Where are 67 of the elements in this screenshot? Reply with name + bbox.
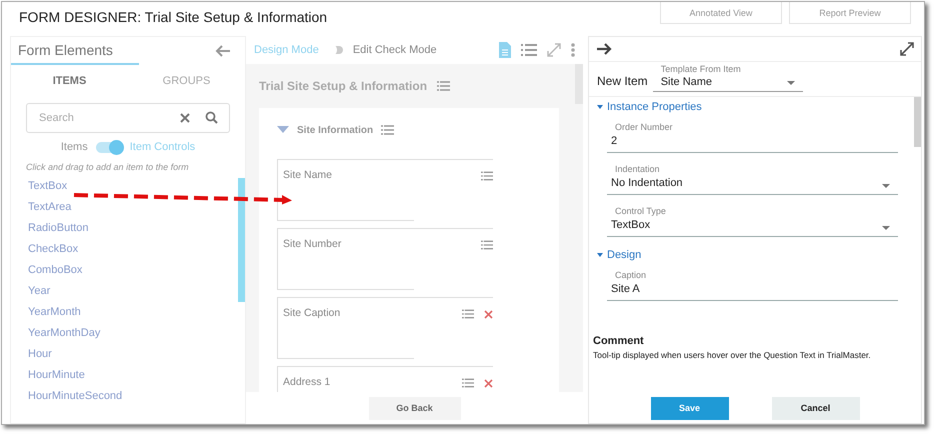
panel-tab[interactable]: GROUPS (128, 65, 245, 97)
view-button[interactable]: Annotated View (660, 2, 782, 24)
element-item[interactable]: RadioButton (28, 218, 238, 239)
toggle-label: Item Controls (130, 141, 196, 153)
field-label: Address 1 (283, 376, 330, 388)
form-field[interactable]: Site Caption (277, 297, 493, 359)
view-button[interactable]: Report Preview (789, 2, 911, 24)
save-button[interactable]: Save (650, 396, 728, 420)
comment-title: Comment (593, 335, 645, 347)
go-back-button[interactable]: Go Back (368, 396, 460, 420)
scrollbar[interactable] (575, 64, 583, 104)
element-item[interactable]: YearMonth (28, 302, 238, 323)
panel-title: Form Elements (11, 37, 139, 65)
mode-toggle[interactable] (328, 46, 343, 54)
element-item[interactable]: ComboBox (28, 260, 238, 281)
mode-label: Edit Check Mode (352, 44, 437, 56)
caret-icon[interactable] (277, 126, 289, 134)
scrollbar[interactable] (238, 178, 245, 302)
dropdown-field[interactable]: Control Type TextBox (607, 203, 898, 237)
cancel-button[interactable]: Cancel (772, 396, 860, 420)
section-title: Site Information (297, 124, 374, 136)
comment-text: Tool-tip displayed when users hover over the Question Text in TrialMaster. (593, 350, 872, 360)
document-icon[interactable] (499, 42, 511, 58)
expand-icon[interactable] (900, 42, 914, 56)
field-label: Site Number (283, 238, 342, 250)
forward-arrow-icon[interactable] (596, 42, 612, 56)
hint-text: Click and drag to add an item to the form (26, 162, 190, 172)
more-icon[interactable] (571, 43, 575, 57)
form-field[interactable]: Site Name (277, 159, 493, 221)
mode-label: Design Mode (254, 44, 319, 56)
new-item-label: New Item (597, 74, 648, 88)
items-toggle[interactable] (96, 142, 122, 152)
list-icon[interactable] (437, 81, 450, 91)
panel-tab[interactable]: ITEMS (11, 65, 128, 97)
back-arrow-icon[interactable] (215, 43, 231, 59)
section-header[interactable]: Instance Properties (597, 97, 904, 117)
list-icon[interactable] (481, 171, 493, 181)
element-item[interactable]: TextBox (28, 176, 238, 197)
field-label: Site Name (283, 169, 332, 181)
element-item[interactable]: HourMinuteSecond (28, 386, 238, 407)
form-field[interactable]: Site Number (277, 228, 493, 290)
list-icon[interactable] (462, 378, 474, 388)
element-item[interactable]: HourMinute (28, 365, 238, 386)
clear-icon[interactable] (180, 113, 190, 123)
list-icon[interactable] (462, 309, 474, 319)
field-label: Site Caption (283, 307, 340, 319)
template-dropdown[interactable]: Template From Item Site Name (652, 64, 803, 92)
section-header[interactable]: Design (597, 245, 904, 265)
toggle-label: Items (60, 141, 88, 153)
scrollbar[interactable] (914, 97, 921, 147)
window-title: FORM DESIGNER: Trial Site Setup & Information (19, 9, 328, 25)
element-item[interactable]: CheckBox (28, 239, 238, 260)
input-field[interactable]: Order Number 2 (607, 119, 898, 153)
delete-icon[interactable] (484, 310, 493, 318)
element-item[interactable]: Year (28, 281, 238, 302)
list-icon[interactable] (481, 240, 493, 250)
element-item[interactable]: Hour (28, 344, 238, 365)
input-field[interactable]: Caption Site A (607, 267, 898, 301)
search-icon[interactable] (205, 111, 218, 124)
list-icon[interactable] (521, 44, 537, 56)
list-icon[interactable] (381, 125, 394, 135)
element-item[interactable]: TextArea (28, 197, 238, 218)
search-field[interactable]: Search (26, 103, 230, 133)
form-title: Trial Site Setup & Information (259, 79, 428, 93)
element-item[interactable]: YearMonthDay (28, 323, 238, 344)
delete-icon[interactable] (484, 378, 493, 388)
dropdown-field[interactable]: Indentation No Indentation (607, 161, 898, 195)
